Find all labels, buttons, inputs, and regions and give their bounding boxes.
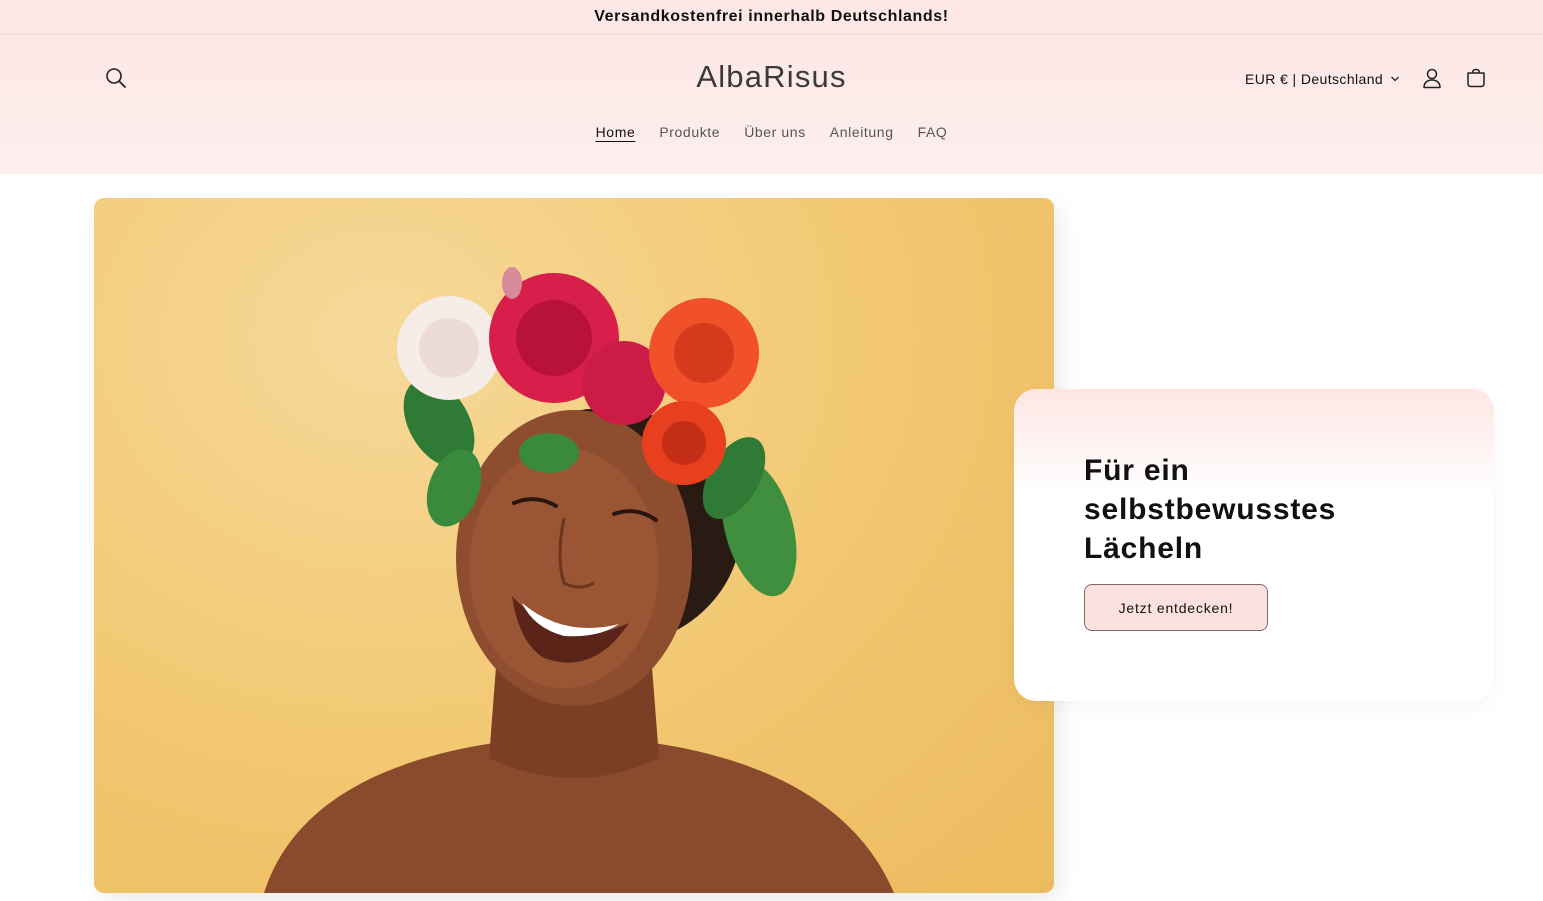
smiling-woman-flower-crown-illustration: [264, 267, 894, 893]
nav-item-ueber-uns[interactable]: Über uns: [744, 124, 806, 140]
nav-item-produkte[interactable]: Produkte: [659, 124, 720, 140]
hero-heading: Für ein selbstbewusstes Lächeln: [1084, 454, 1337, 565]
site-header: AlbaRisus EUR € | Deutschland Home Produ…: [0, 35, 1543, 174]
hero-image: [94, 198, 1054, 893]
locale-label: EUR € | Deutschland: [1245, 71, 1384, 87]
currency-country-selector[interactable]: EUR € | Deutschland: [1245, 68, 1400, 90]
nav-item-anleitung[interactable]: Anleitung: [830, 124, 894, 140]
cart-button[interactable]: [1458, 60, 1494, 96]
announcement-bar: Versandkostenfrei innerhalb Deutschlands…: [0, 0, 1543, 35]
announcement-text: Versandkostenfrei innerhalb Deutschlands…: [594, 8, 949, 25]
main-navigation: Home Produkte Über uns Anleitung FAQ: [0, 124, 1543, 140]
cart-icon: [1467, 68, 1485, 88]
discover-button[interactable]: Jetzt entdecken!: [1084, 584, 1268, 631]
chevron-down-icon: [1391, 76, 1400, 82]
hero-content-card: Für ein selbstbewusstes Lächeln Jetzt en…: [1014, 389, 1494, 701]
account-icon: [1423, 68, 1441, 89]
account-button[interactable]: [1414, 60, 1450, 96]
nav-item-home[interactable]: Home: [596, 124, 636, 140]
nav-item-faq[interactable]: FAQ: [918, 124, 948, 140]
